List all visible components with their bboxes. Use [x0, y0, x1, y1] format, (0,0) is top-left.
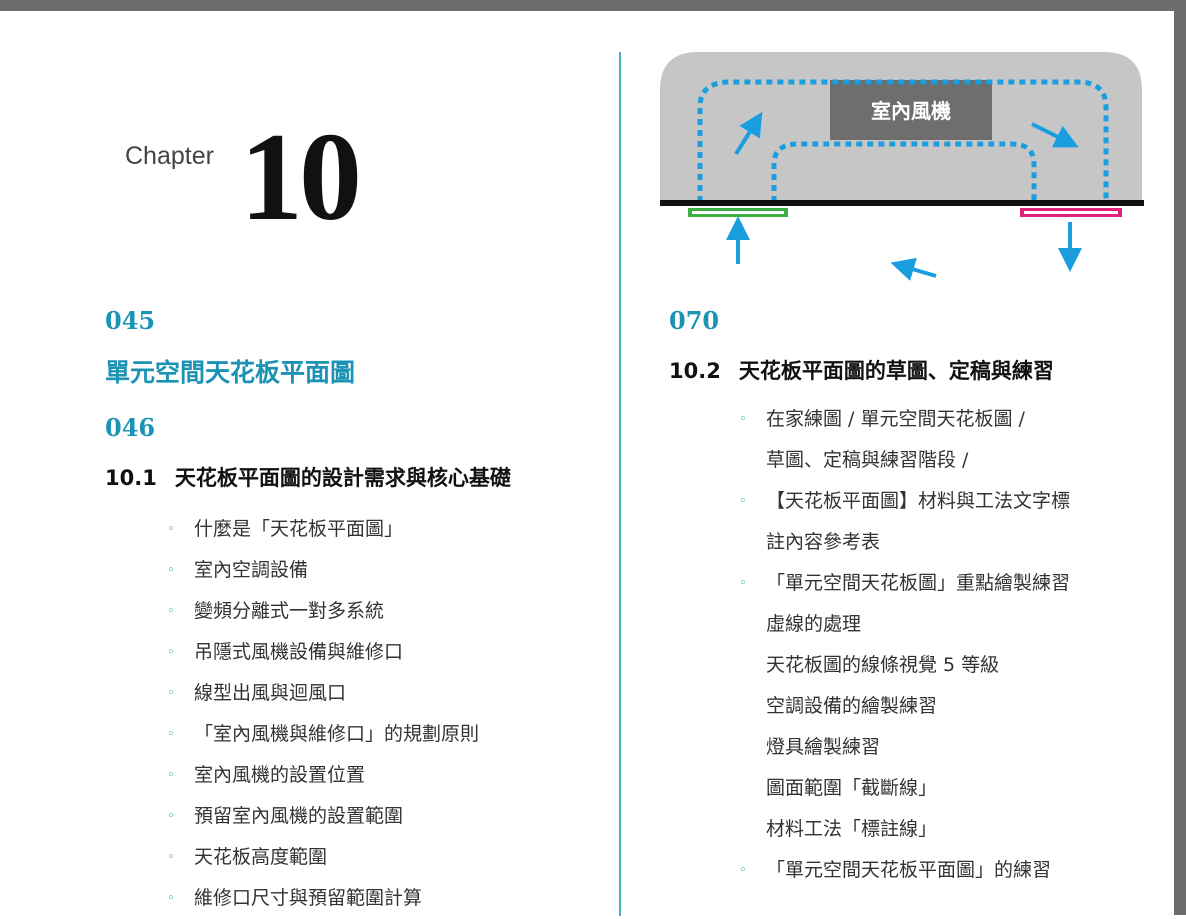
- list-item-sub[interactable]: 燈具繪製練習: [766, 727, 1070, 768]
- list-item[interactable]: ◦ 室內風機的設置位置: [167, 755, 479, 796]
- column-divider: [619, 52, 621, 916]
- chapter-label: Chapter: [125, 142, 214, 170]
- bullet-icon: ◦: [167, 891, 175, 906]
- list-item[interactable]: ◦ 「單元空間天花板圖」重點繪製練習: [739, 563, 1070, 604]
- section-title-text: 天花板平面圖的設計需求與核心基礎: [174, 466, 511, 490]
- section-title-10-2[interactable]: 10.2 天花板平面圖的草圖、定稿與練習: [669, 355, 1054, 385]
- list-item-sub[interactable]: 空調設備的繪製練習: [766, 686, 1070, 727]
- window-frame-right: [1174, 0, 1186, 915]
- list-item[interactable]: ◦ 「室內風機與維修口」的規劃原則: [167, 714, 479, 755]
- list-item-continuation[interactable]: 草圖、定稿與練習階段 /: [766, 440, 1070, 481]
- bullet-icon: ◦: [739, 412, 747, 427]
- list-item[interactable]: ◦ 「單元空間天花板平面圖」的練習: [739, 850, 1070, 891]
- ceiling-drop: [776, 142, 1036, 202]
- bullet-icon: ◦: [167, 727, 175, 742]
- list-item[interactable]: ◦ 室內空調設備: [167, 550, 479, 591]
- bullet-icon: ◦: [739, 576, 747, 591]
- bullet-icon: ◦: [167, 563, 175, 578]
- list-item[interactable]: ◦ 在家練圖 / 單元空間天花板圖 /: [739, 399, 1070, 440]
- list-item-sub[interactable]: 虛線的處理: [766, 604, 1070, 645]
- ceiling-line: [660, 200, 1144, 206]
- section-title-10-1[interactable]: 10.1 天花板平面圖的設計需求與核心基礎: [105, 462, 511, 492]
- bullet-icon: ◦: [167, 686, 175, 701]
- bullet-icon: ◦: [167, 768, 175, 783]
- section-title-text: 天花板平面圖的草圖、定稿與練習: [738, 359, 1054, 383]
- list-item[interactable]: ◦ 【天花板平面圖】材料與工法文字標: [739, 481, 1070, 522]
- list-item-continuation[interactable]: 註內容參考表: [766, 522, 1070, 563]
- bullet-icon: ◦: [739, 863, 747, 878]
- section-number: 10.1: [105, 466, 157, 490]
- indoor-unit-label: 室內風機: [871, 99, 951, 123]
- list-item[interactable]: ◦ 維修口尺寸與預留範圍計算: [167, 878, 479, 919]
- chapter-number: 10: [240, 108, 362, 247]
- bullet-icon: ◦: [167, 809, 175, 824]
- bullet-icon: ◦: [167, 645, 175, 660]
- bullet-icon: ◦: [739, 494, 747, 509]
- list-item[interactable]: ◦ 什麼是「天花板平面圖」: [167, 509, 479, 550]
- section-number: 10.2: [669, 359, 721, 383]
- list-item[interactable]: ◦ 線型出風與迴風口: [167, 673, 479, 714]
- arrow-left-icon: [890, 257, 937, 281]
- list-item[interactable]: ◦ 預留室內風機的設置範圍: [167, 796, 479, 837]
- left-toc-list: ◦ 什麼是「天花板平面圖」 ◦ 室內空調設備 ◦ 變頻分離式一對多系統 ◦ 吊隱式風機設…: [167, 509, 479, 919]
- page-number-045[interactable]: 045: [105, 306, 155, 335]
- list-item-sub[interactable]: 天花板圖的線條視覺 5 等級: [766, 645, 1070, 686]
- window-frame-top: [0, 0, 1186, 11]
- page-number-046[interactable]: 046: [105, 413, 155, 442]
- bullet-icon: ◦: [167, 604, 175, 619]
- list-item[interactable]: ◦ 變頻分離式一對多系統: [167, 591, 479, 632]
- page-number-070[interactable]: 070: [669, 306, 719, 335]
- list-item[interactable]: ◦ 天花板高度範圍: [167, 837, 479, 878]
- air-flow-diagram: 室內風機: [660, 52, 1144, 281]
- list-item-sub[interactable]: 圖面範圍「截斷線」: [766, 768, 1070, 809]
- bullet-icon: ◦: [167, 850, 175, 865]
- right-toc-list: ◦ 在家練圖 / 單元空間天花板圖 / 草圖、定稿與練習階段 / ◦ 【天花板平面圖…: [739, 399, 1070, 891]
- list-item[interactable]: ◦ 吊隱式風機設備與維修口: [167, 632, 479, 673]
- bullet-icon: ◦: [167, 522, 175, 537]
- part-title[interactable]: 單元空間天花板平面圖: [105, 353, 355, 389]
- list-item-sub[interactable]: 材料工法「標註線」: [766, 809, 1070, 850]
